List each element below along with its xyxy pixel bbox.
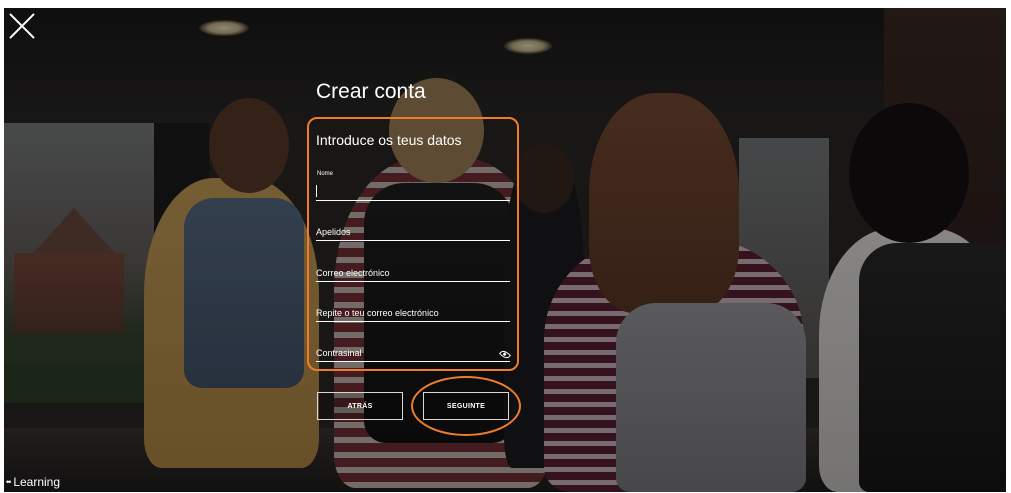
name-input[interactable] — [316, 182, 510, 201]
name-field-label: Nome — [317, 171, 334, 177]
brand-text: Learning — [13, 475, 61, 489]
brand-dots: •• — [6, 477, 11, 487]
email-input[interactable]: Correo electrónico — [316, 263, 510, 282]
form-highlight-outline — [307, 117, 519, 371]
form-subtitle: Introduce os teus datos — [316, 132, 462, 148]
email-confirm-input[interactable]: Repite o teu correo electrónico — [316, 303, 510, 322]
eye-icon[interactable] — [498, 348, 512, 361]
password-input[interactable]: Contrasinal — [316, 343, 512, 362]
password-placeholder: Contrasinal — [316, 348, 362, 358]
surname-input[interactable]: Apelidos — [316, 222, 510, 241]
next-button-highlight-ring — [411, 376, 521, 436]
back-button[interactable]: ATRÁS — [317, 392, 403, 420]
text-caret — [316, 185, 317, 197]
email-confirm-placeholder: Repite o teu correo electrónico — [316, 308, 439, 318]
page-title: Crear conta — [316, 80, 426, 103]
brand-logo: •• Learning — [6, 475, 60, 489]
surname-placeholder: Apelidos — [316, 227, 351, 237]
close-icon[interactable] — [8, 12, 36, 40]
email-placeholder: Correo electrónico — [316, 268, 390, 278]
